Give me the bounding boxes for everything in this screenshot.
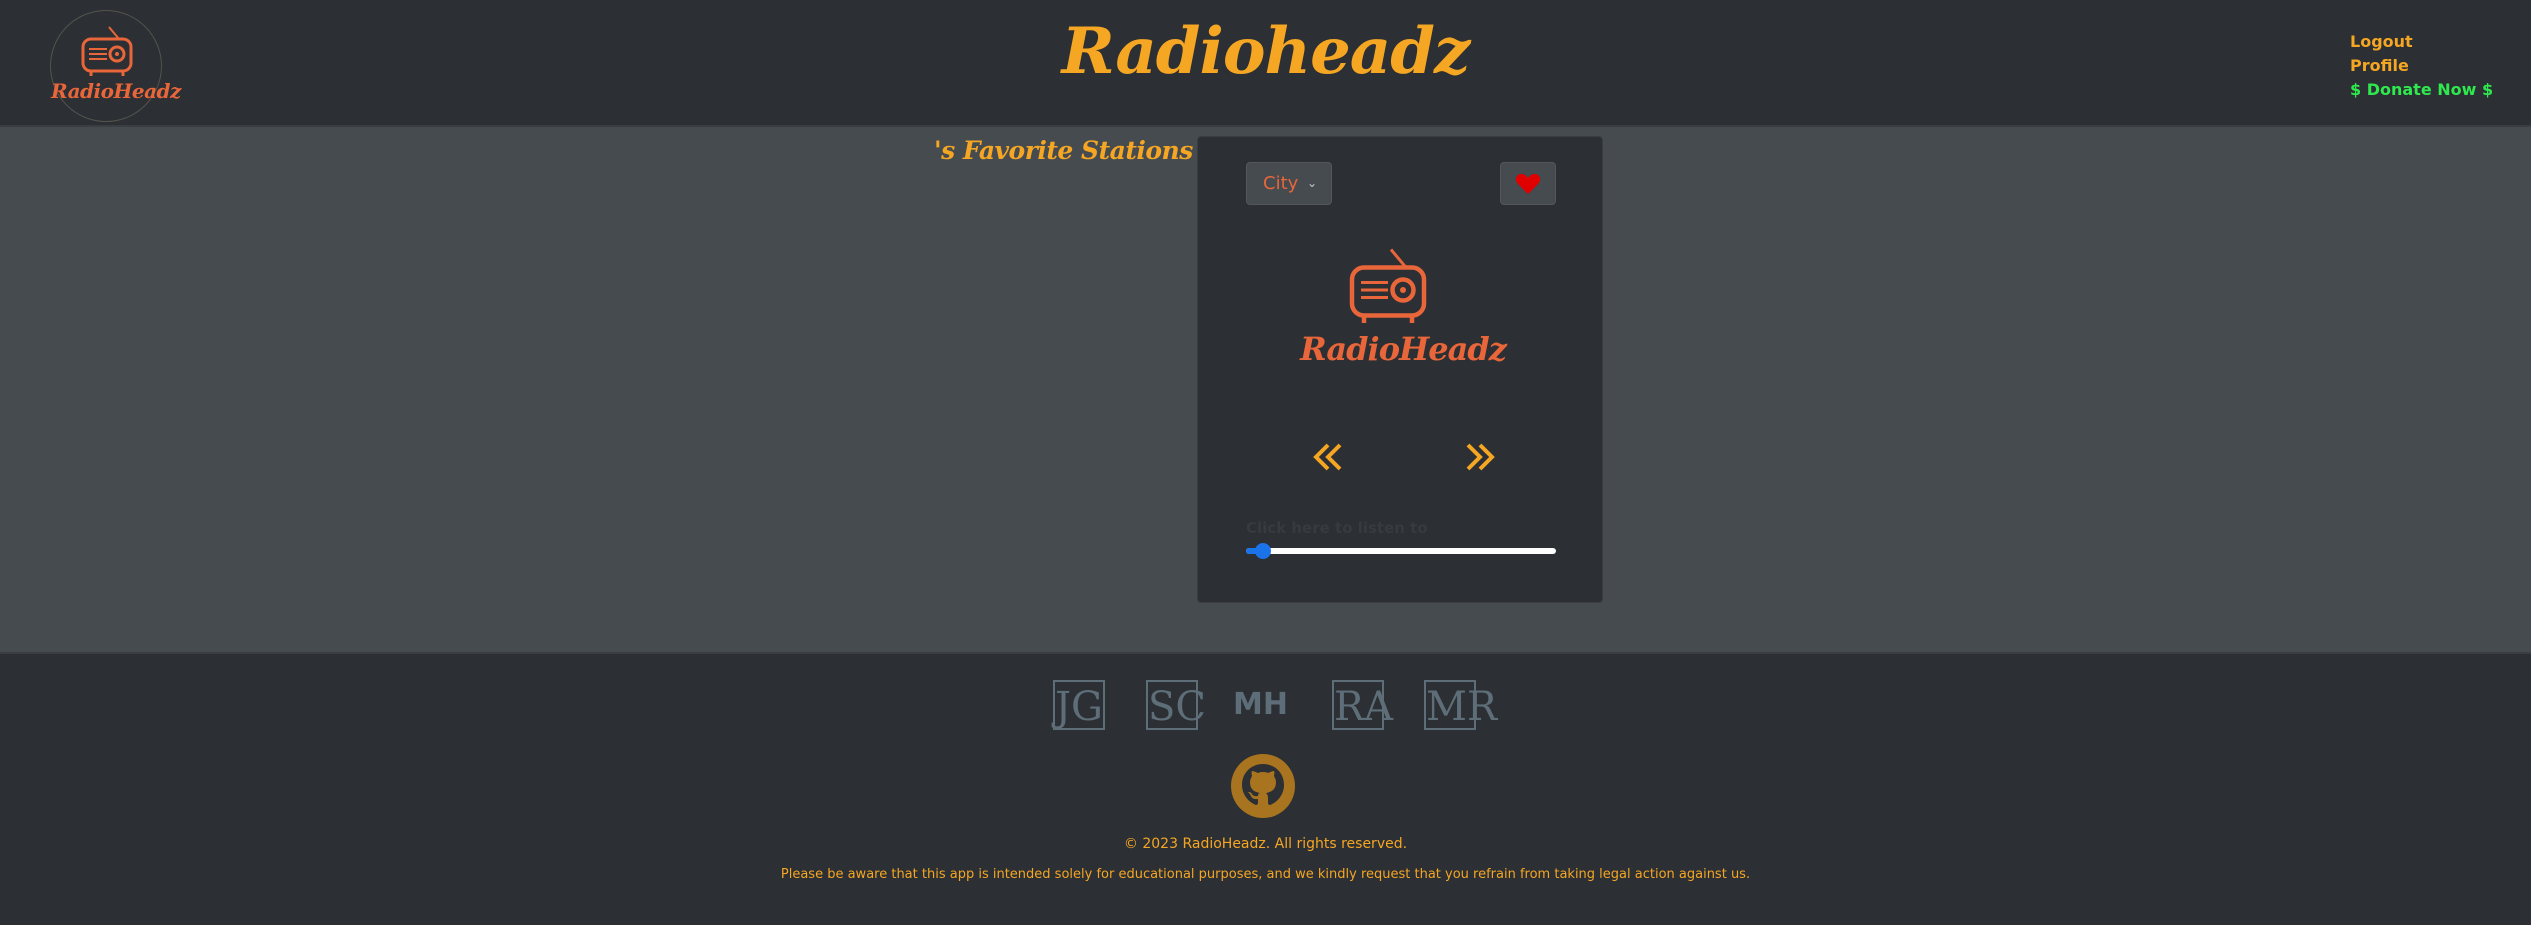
player-logo: RadioHeadz [1300,232,1507,392]
previous-station-button[interactable] [1308,437,1348,477]
player-logo-wordmark: RadioHeadz [1300,330,1507,368]
favorite-stations-heading: 's Favorite Stations [934,136,1193,165]
radio-player-card: City ⌄ RadioHeadz Click here to listen t… [1197,136,1603,603]
team-member-mr[interactable]: MR [1424,680,1497,730]
page-title: Radioheadz [1061,14,1471,89]
team-member-mh[interactable]: MH [1233,680,1288,730]
team-member-jg[interactable]: JG [1053,680,1105,730]
city-dropdown-label: City [1263,173,1299,194]
double-chevron-right-icon [1466,443,1495,471]
team-member-sc[interactable]: SC [1146,680,1206,730]
team-member-ra[interactable]: RA [1332,680,1393,730]
github-icon [1231,754,1295,818]
double-chevron-left-icon [1313,443,1342,471]
site-footer: JG SC MH RA MR © 2023 RadioHeadz. All ri… [0,652,2531,925]
logout-link[interactable]: Logout [2350,30,2493,54]
donate-link[interactable]: $ Donate Now $ [2350,78,2493,102]
heart-icon [1515,174,1541,194]
copyright-text: © 2023 RadioHeadz. All rights reserved. [1123,836,1408,852]
disclaimer-text: Please be aware that this app is intende… [780,867,1751,882]
city-dropdown-button[interactable]: City ⌄ [1246,162,1332,205]
volume-track [1246,548,1556,554]
listen-label[interactable]: Click here to listen to [1246,519,1428,537]
header-nav: Logout Profile $ Donate Now $ [2350,30,2493,102]
chevron-down-icon: ⌄ [1306,176,1317,190]
favorite-button[interactable] [1500,162,1556,205]
profile-link[interactable]: Profile [2350,54,2493,78]
next-station-button[interactable] [1460,437,1500,477]
radio-icon [1349,248,1427,323]
volume-slider[interactable] [1246,541,1556,561]
github-link[interactable] [1231,754,1295,818]
site-header: RadioHeadz Radioheadz Logout Profile $ D… [0,0,2531,127]
volume-thumb[interactable] [1254,543,1271,559]
